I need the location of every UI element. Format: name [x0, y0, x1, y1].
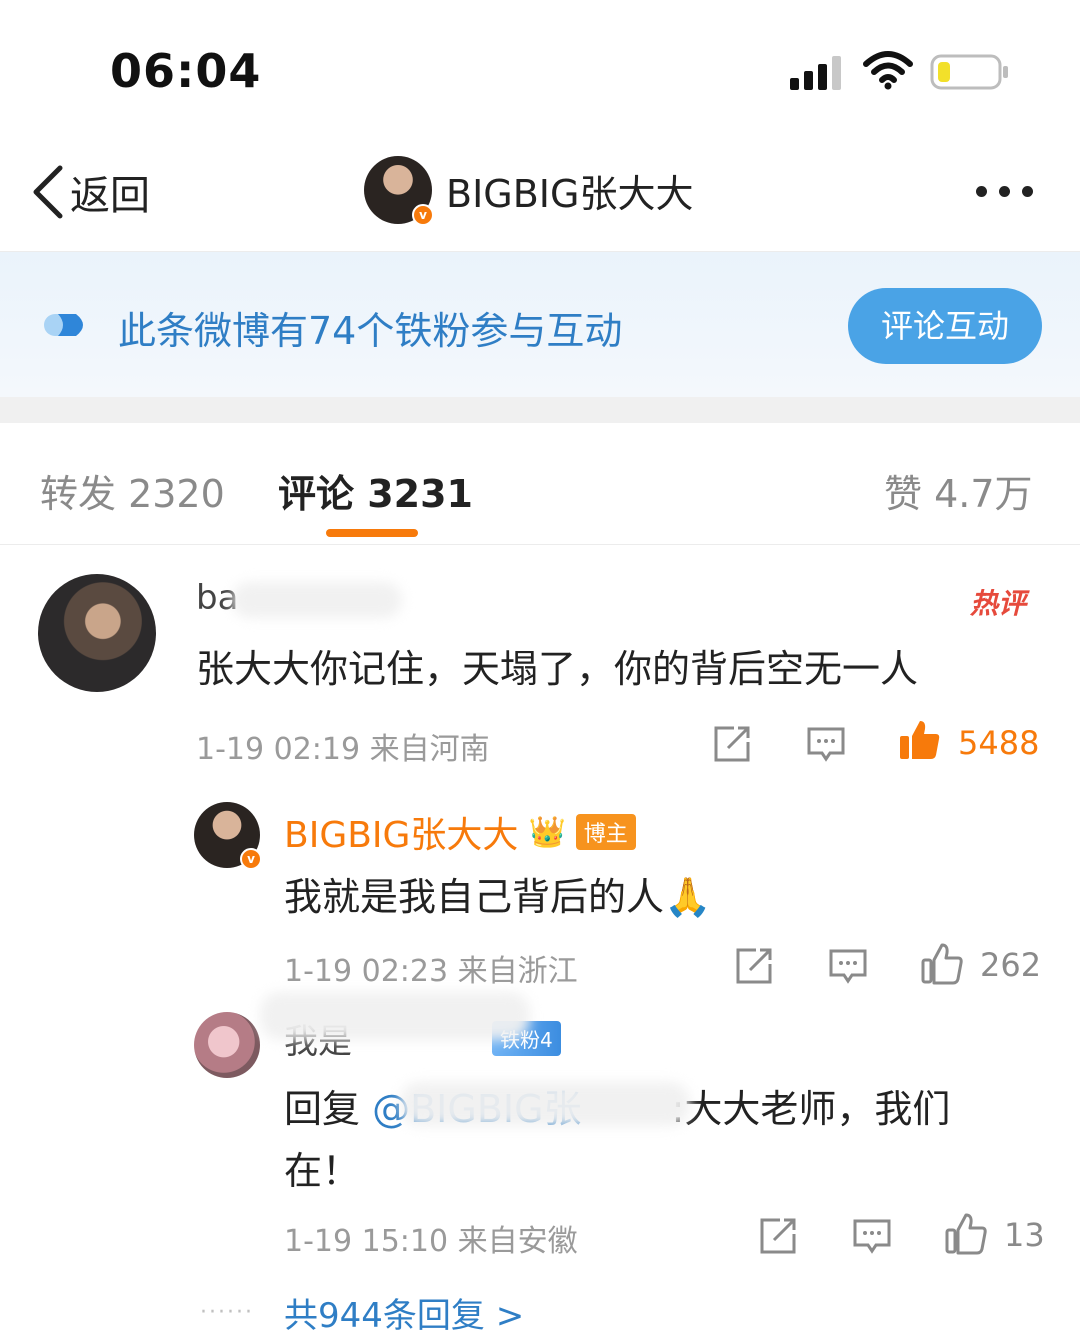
more-options-icon[interactable]	[976, 176, 1046, 206]
reply-text: 我就是我自己背后的人🙏	[284, 875, 712, 919]
verified-badge-icon: v	[412, 204, 434, 226]
comment-text: 张大大你记住，天塌了，你的背后空无一人	[196, 647, 919, 691]
tab-bar: 转发 2320 评论 3231 赞 4.7万	[0, 423, 1080, 545]
reply-user-name[interactable]: BIGBIG张大大	[284, 806, 518, 858]
like-icon[interactable]	[944, 1212, 988, 1256]
back-button[interactable]: 返回	[30, 160, 150, 224]
blur-mask	[400, 1082, 690, 1126]
like-icon[interactable]	[920, 942, 964, 986]
like-count: 5488	[958, 724, 1040, 762]
reply-prefix: 回复	[284, 1087, 373, 1131]
avatar[interactable]: v	[364, 156, 434, 226]
fan-interaction-icon	[44, 314, 83, 336]
reply-meta: 1-19 15:10 来自安徽	[284, 1224, 578, 1259]
avatar[interactable]: v	[194, 802, 262, 870]
blur-mask	[232, 582, 402, 618]
poster-badge: 博主	[575, 814, 636, 850]
comment-icon[interactable]	[806, 724, 846, 764]
reply-meta: 1-19 02:23 来自浙江	[284, 954, 578, 989]
active-tab-indicator	[326, 529, 418, 537]
verified-badge-icon: v	[240, 848, 262, 870]
cellular-signal-icon	[790, 56, 841, 90]
status-bar: 06:04	[0, 0, 1080, 140]
section-divider	[0, 397, 1080, 423]
share-icon[interactable]	[712, 724, 752, 764]
like-count: 262	[980, 946, 1042, 984]
status-time: 06:04	[110, 44, 262, 98]
view-more-replies-link[interactable]: 共944条回复 >	[284, 1288, 524, 1333]
hot-comment-tag: 热评	[970, 587, 1027, 620]
tab-like[interactable]: 赞 4.7万	[884, 463, 1033, 518]
like-icon[interactable]	[898, 718, 942, 762]
nav-profile[interactable]: v BIGBIG张大大	[364, 156, 694, 226]
back-label: 返回	[70, 173, 150, 219]
tab-comment[interactable]: 评论 3231	[278, 463, 473, 518]
crown-icon: 👑	[528, 814, 566, 850]
share-icon[interactable]	[758, 1216, 798, 1256]
thread-dots: ······	[200, 1300, 254, 1325]
comment-icon[interactable]	[852, 1216, 892, 1256]
wifi-icon	[863, 51, 913, 90]
comment-interaction-button[interactable]: 评论互动	[848, 288, 1042, 364]
battery-icon	[930, 54, 1008, 90]
navigation-bar: 返回 v BIGBIG张大大	[0, 140, 1080, 252]
comment-meta: 1-19 02:19 来自河南	[196, 732, 490, 767]
avatar[interactable]	[194, 1012, 260, 1078]
share-icon[interactable]	[734, 946, 774, 986]
tab-repost[interactable]: 转发 2320	[40, 463, 225, 518]
banner-text: 此条微博有74个铁粉参与互动	[118, 309, 623, 353]
avatar[interactable]	[38, 574, 156, 692]
reply-text-tail: :大大老师，我们	[671, 1087, 951, 1131]
chevron-left-icon	[33, 165, 63, 219]
like-count: 13	[1004, 1216, 1045, 1254]
fan-interaction-banner: 此条微博有74个铁粉参与互动 评论互动	[0, 252, 1080, 397]
reply-header: BIGBIG张大大 👑 博主	[284, 806, 636, 858]
reply-text-line2: 在！	[284, 1149, 361, 1193]
blur-mask	[260, 992, 530, 1040]
comment-icon[interactable]	[828, 946, 868, 986]
nav-title: BIGBIG张大大	[446, 171, 694, 216]
